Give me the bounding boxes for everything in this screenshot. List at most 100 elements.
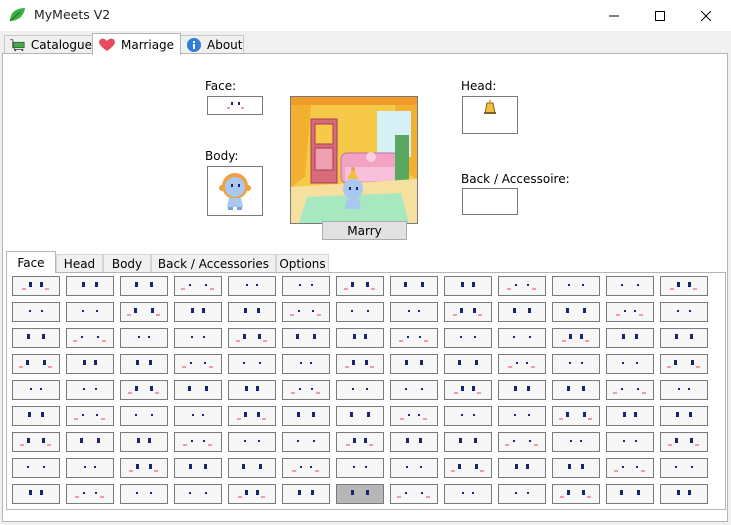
face-option[interactable] (552, 380, 600, 400)
face-option[interactable] (66, 302, 114, 322)
face-option[interactable] (120, 302, 168, 322)
face-option[interactable] (228, 406, 276, 426)
face-option[interactable] (228, 328, 276, 348)
face-option[interactable] (174, 328, 222, 348)
face-option[interactable] (606, 302, 654, 322)
face-option[interactable] (390, 354, 438, 374)
face-option[interactable] (174, 432, 222, 452)
face-option[interactable] (336, 406, 384, 426)
face-option[interactable] (336, 328, 384, 348)
face-option[interactable] (552, 484, 600, 504)
face-option[interactable] (660, 302, 708, 322)
face-option[interactable] (66, 484, 114, 504)
face-option[interactable] (336, 354, 384, 374)
face-option[interactable] (228, 484, 276, 504)
face-option[interactable] (228, 276, 276, 296)
face-option[interactable] (552, 432, 600, 452)
face-option[interactable] (444, 276, 492, 296)
face-option[interactable] (120, 354, 168, 374)
face-option[interactable] (282, 354, 330, 374)
face-option[interactable] (282, 406, 330, 426)
tab-options[interactable]: Options (276, 254, 329, 272)
face-option[interactable] (660, 276, 708, 296)
face-option[interactable] (282, 276, 330, 296)
face-option[interactable] (174, 458, 222, 478)
face-option[interactable] (390, 458, 438, 478)
face-option[interactable] (336, 276, 384, 296)
tab-marriage[interactable]: Marriage (92, 33, 181, 55)
face-option[interactable] (66, 276, 114, 296)
face-option[interactable] (282, 328, 330, 348)
face-option[interactable] (12, 406, 60, 426)
face-option[interactable] (552, 406, 600, 426)
face-option[interactable] (228, 354, 276, 374)
face-option[interactable] (336, 302, 384, 322)
face-option[interactable] (390, 380, 438, 400)
face-option[interactable] (66, 328, 114, 348)
face-option[interactable] (228, 302, 276, 322)
face-option[interactable] (606, 432, 654, 452)
face-option[interactable] (120, 406, 168, 426)
face-option[interactable] (336, 380, 384, 400)
face-option[interactable] (12, 328, 60, 348)
face-option[interactable] (228, 432, 276, 452)
face-option[interactable] (282, 432, 330, 452)
face-option[interactable] (66, 432, 114, 452)
face-option[interactable] (174, 302, 222, 322)
face-option[interactable] (606, 458, 654, 478)
face-option[interactable] (606, 380, 654, 400)
face-option[interactable] (282, 484, 330, 504)
face-option[interactable] (444, 432, 492, 452)
face-option[interactable] (444, 484, 492, 504)
face-option[interactable] (174, 406, 222, 426)
face-option[interactable] (606, 354, 654, 374)
face-option[interactable] (120, 380, 168, 400)
face-option[interactable] (228, 458, 276, 478)
face-option[interactable] (174, 484, 222, 504)
face-option[interactable] (12, 380, 60, 400)
face-option[interactable] (444, 406, 492, 426)
face-option[interactable] (444, 458, 492, 478)
face-option[interactable] (12, 354, 60, 374)
face-option[interactable] (336, 484, 384, 504)
face-option[interactable] (660, 432, 708, 452)
face-option[interactable] (390, 302, 438, 322)
face-option[interactable] (120, 328, 168, 348)
face-option[interactable] (390, 432, 438, 452)
face-option[interactable] (444, 354, 492, 374)
face-option[interactable] (12, 432, 60, 452)
face-option[interactable] (12, 276, 60, 296)
tab-body[interactable]: Body (103, 254, 151, 272)
grid-scrollbar[interactable] (708, 273, 725, 509)
face-option[interactable] (174, 354, 222, 374)
face-option[interactable] (552, 276, 600, 296)
face-option[interactable] (390, 276, 438, 296)
face-option[interactable] (660, 354, 708, 374)
marry-button[interactable]: Marry (322, 221, 407, 240)
face-option[interactable] (120, 276, 168, 296)
tab-head[interactable]: Head (56, 254, 103, 272)
minimize-button[interactable] (591, 0, 637, 31)
maximize-button[interactable] (637, 0, 683, 31)
face-option[interactable] (174, 276, 222, 296)
face-option[interactable] (552, 354, 600, 374)
tab-catalogue[interactable]: Catalogue (4, 35, 93, 54)
face-option[interactable] (390, 484, 438, 504)
face-option[interactable] (606, 328, 654, 348)
face-option[interactable] (12, 484, 60, 504)
face-option[interactable] (660, 328, 708, 348)
face-option[interactable] (66, 354, 114, 374)
face-option[interactable] (282, 380, 330, 400)
tab-back-accessories[interactable]: Back / Accessories (151, 254, 276, 272)
face-option[interactable] (444, 302, 492, 322)
face-option[interactable] (660, 406, 708, 426)
face-option[interactable] (660, 484, 708, 504)
face-option[interactable] (552, 458, 600, 478)
face-option[interactable] (498, 380, 546, 400)
face-option[interactable] (336, 458, 384, 478)
face-option[interactable] (390, 328, 438, 348)
face-option[interactable] (66, 458, 114, 478)
face-option[interactable] (498, 328, 546, 348)
face-option[interactable] (552, 302, 600, 322)
face-option[interactable] (390, 406, 438, 426)
